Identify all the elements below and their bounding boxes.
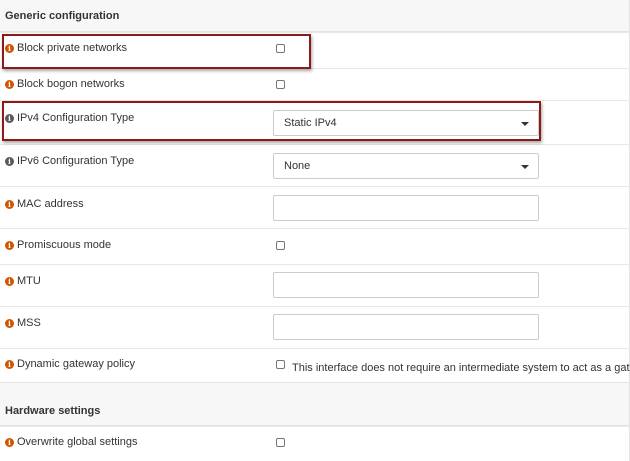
label-promiscuous-mode: i Promiscuous mode xyxy=(5,239,111,251)
label-text: Dynamic gateway policy xyxy=(17,358,135,370)
label-text: Overwrite global settings xyxy=(17,436,138,448)
row-block-bogon-networks: i Block bogon networks xyxy=(0,68,629,100)
select-value: None xyxy=(284,160,311,172)
label-mtu: i MTU xyxy=(5,275,41,287)
dynamic-gateway-policy-note: This interface does not require an inter… xyxy=(292,362,630,374)
label-block-private-networks: i Block private networks xyxy=(5,42,127,54)
mtu-input[interactable] xyxy=(273,272,539,298)
label-ipv6-configuration-type: i IPv6 Configuration Type xyxy=(5,155,134,167)
info-icon[interactable]: i xyxy=(5,240,14,250)
section-header-generic: Generic configuration xyxy=(0,0,629,32)
row-ipv4-configuration-type: i IPv4 Configuration Type Static IPv4 xyxy=(0,100,629,144)
info-icon[interactable]: i xyxy=(5,276,14,286)
label-text: MAC address xyxy=(17,198,84,210)
label-text: IPv4 Configuration Type xyxy=(17,112,135,124)
label-dynamic-gateway-policy: i Dynamic gateway policy xyxy=(5,358,135,370)
interface-settings-panel: Generic configuration i Block private ne… xyxy=(0,0,630,461)
label-text: Block bogon networks xyxy=(17,78,125,90)
label-overwrite-global-settings: i Overwrite global settings xyxy=(5,436,137,448)
caret-down-icon xyxy=(521,165,529,169)
row-mss: i MSS xyxy=(0,306,629,348)
select-value: Static IPv4 xyxy=(284,117,337,129)
section-header-hardware: Hardware settings xyxy=(0,382,629,426)
section-title-hardware: Hardware settings xyxy=(5,405,101,417)
mss-input[interactable] xyxy=(273,314,539,340)
info-icon[interactable]: i xyxy=(5,156,14,166)
row-mtu: i MTU xyxy=(0,264,629,306)
dynamic-gateway-policy-checkbox[interactable] xyxy=(276,360,285,369)
info-icon[interactable]: i xyxy=(5,43,14,53)
label-text: MSS xyxy=(17,317,41,329)
info-icon[interactable]: i xyxy=(5,318,14,328)
row-promiscuous-mode: i Promiscuous mode xyxy=(0,228,629,264)
label-mss: i MSS xyxy=(5,317,41,329)
block-private-networks-checkbox[interactable] xyxy=(276,44,285,53)
row-ipv6-configuration-type: i IPv6 Configuration Type None xyxy=(0,144,629,186)
caret-down-icon xyxy=(521,122,529,126)
ipv4-configuration-type-select[interactable]: Static IPv4 xyxy=(273,110,539,136)
label-mac-address: i MAC address xyxy=(5,198,84,210)
info-icon[interactable]: i xyxy=(5,437,14,447)
info-icon[interactable]: i xyxy=(5,359,14,369)
label-ipv4-configuration-type: i IPv4 Configuration Type xyxy=(5,112,134,124)
block-bogon-networks-checkbox[interactable] xyxy=(276,80,285,89)
promiscuous-mode-checkbox[interactable] xyxy=(276,241,285,250)
info-icon[interactable]: i xyxy=(5,113,14,123)
ipv6-configuration-type-select[interactable]: None xyxy=(273,153,539,179)
info-icon[interactable]: i xyxy=(5,199,14,209)
row-overwrite-global-settings: i Overwrite global settings xyxy=(0,426,629,461)
label-text: Promiscuous mode xyxy=(17,239,112,251)
mac-address-input[interactable] xyxy=(273,195,539,221)
label-text: IPv6 Configuration Type xyxy=(17,155,135,167)
row-mac-address: i MAC address xyxy=(0,186,629,228)
info-icon[interactable]: i xyxy=(5,79,14,89)
row-dynamic-gateway-policy: i Dynamic gateway policy This interface … xyxy=(0,348,630,382)
overwrite-global-settings-checkbox[interactable] xyxy=(276,438,285,447)
row-block-private-networks: i Block private networks xyxy=(0,32,629,68)
label-text: Block private networks xyxy=(17,42,128,54)
label-block-bogon-networks: i Block bogon networks xyxy=(5,78,125,90)
label-text: MTU xyxy=(17,275,41,287)
section-title-generic: Generic configuration xyxy=(5,10,120,22)
